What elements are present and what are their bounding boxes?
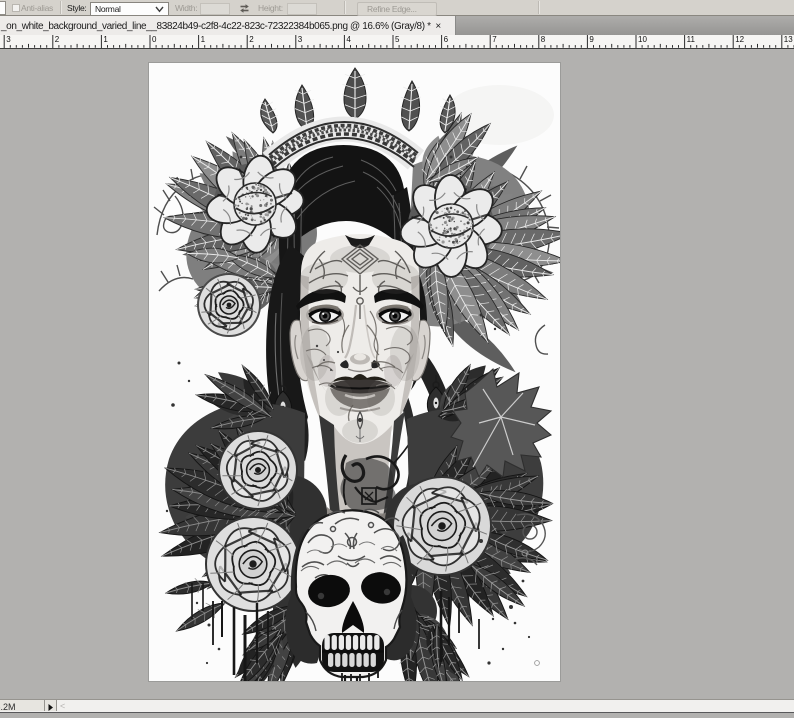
- svg-text:9: 9: [589, 35, 594, 44]
- svg-text:8: 8: [541, 35, 546, 44]
- svg-text:6: 6: [444, 35, 449, 44]
- svg-text:13: 13: [784, 35, 793, 44]
- svg-text:3: 3: [298, 35, 303, 44]
- svg-text:12: 12: [735, 35, 744, 44]
- svg-text:4: 4: [346, 35, 351, 44]
- svg-text:5: 5: [395, 35, 400, 44]
- svg-text:2: 2: [55, 35, 60, 44]
- svg-text:3: 3: [6, 35, 11, 44]
- svg-text:2: 2: [249, 35, 254, 44]
- svg-text:1: 1: [103, 35, 108, 44]
- svg-text:11: 11: [687, 35, 696, 44]
- svg-text:1: 1: [201, 35, 206, 44]
- svg-text:0: 0: [152, 35, 157, 44]
- svg-text:7: 7: [492, 35, 497, 44]
- svg-text:10: 10: [638, 35, 647, 44]
